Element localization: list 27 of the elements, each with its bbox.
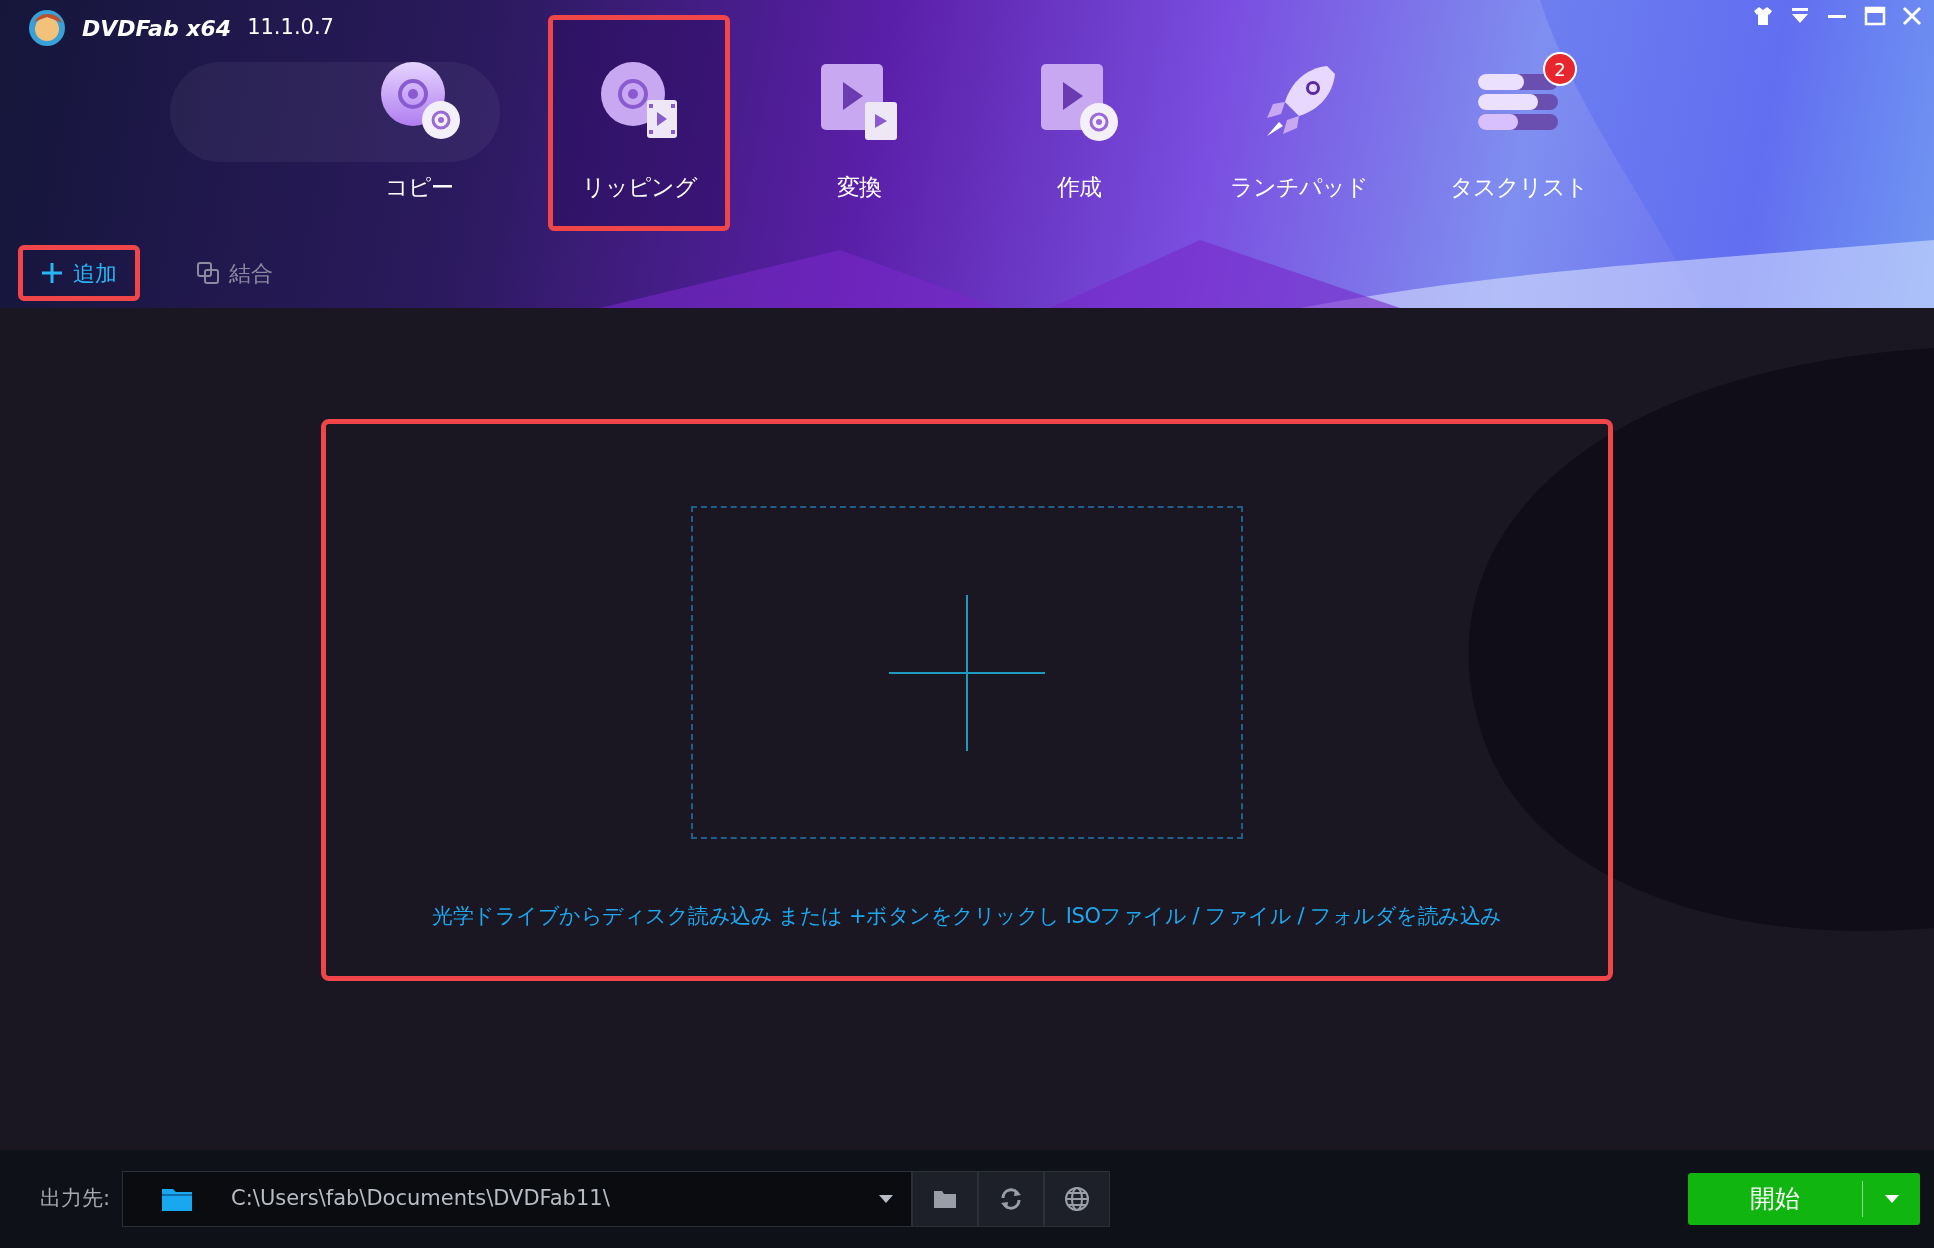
caret-icon (879, 1194, 894, 1204)
caret-icon (1884, 1194, 1899, 1204)
shirt-icon[interactable] (1752, 6, 1774, 26)
count-badge: 2 (1543, 52, 1577, 86)
refresh-button[interactable] (978, 1171, 1045, 1227)
output-label: 出力先: (40, 1185, 111, 1213)
plus-icon (41, 262, 63, 284)
nav-tab[interactable]: リッピング (548, 15, 730, 231)
folder-icon (161, 1186, 194, 1212)
plus-icon (889, 594, 1045, 751)
maximize-icon[interactable] (1864, 6, 1886, 26)
web-button[interactable] (1044, 1171, 1111, 1227)
logo-text: DVDFab x64 (82, 14, 232, 43)
output-path-field[interactable]: C:\Users\fab\Documents\DVDFab11\ (122, 1171, 913, 1227)
hint-text: 光学ドライブからディスク読み込み または +ボタンをクリックし ISOファイル / ファイル / フォルダを読み込み (432, 903, 1502, 930)
browse-folder-button[interactable] (912, 1171, 979, 1227)
nav-tab[interactable]: タスクリスト 2 (1428, 15, 1610, 231)
globe-icon (1064, 1186, 1091, 1212)
nav-tab[interactable]: 変換 (768, 15, 950, 231)
add-button[interactable]: 追加 (18, 245, 140, 301)
overlap-squares-icon (197, 262, 219, 284)
mascot-logo-icon (28, 9, 66, 47)
close-icon[interactable] (1902, 6, 1922, 26)
nav-tab[interactable]: ランチパッド (1208, 15, 1390, 231)
version-text: 11.1.0.7 (247, 14, 334, 42)
drop-area[interactable]: 光学ドライブからディスク読み込み または +ボタンをクリックし ISOファイル / ファイル / フォルダを読み込み (321, 419, 1613, 981)
nav-tab[interactable]: 作成 (988, 15, 1170, 231)
